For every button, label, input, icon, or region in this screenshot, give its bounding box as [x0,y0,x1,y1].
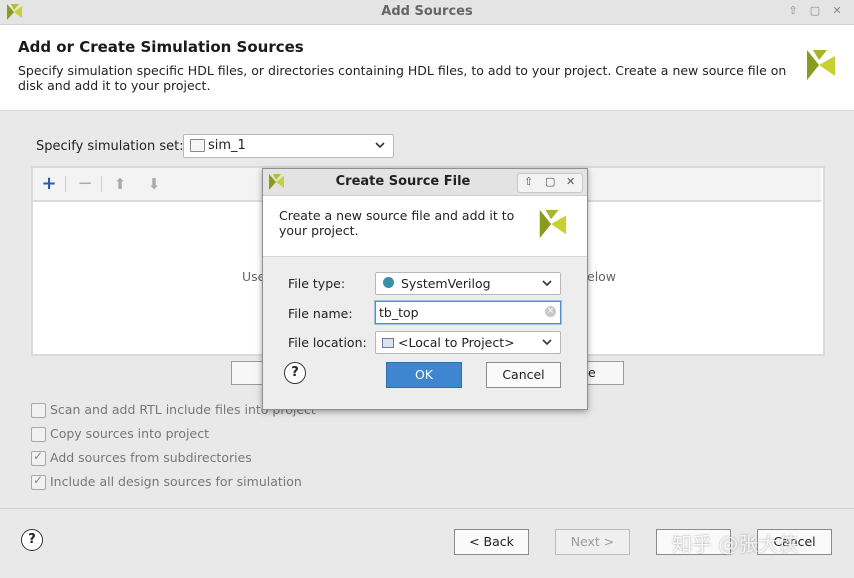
page-description: Specify simulation specific HDL files, o… [18,63,787,93]
file-type-value: SystemVerilog [401,276,491,291]
chevron-down-icon [375,142,385,149]
back-button-label: < Back [469,534,514,549]
toolbar-separator [65,176,66,192]
checkbox[interactable] [31,449,46,466]
add-icon[interactable]: + [39,174,59,194]
checkbox[interactable] [31,427,46,442]
file-name-input[interactable]: tb_top × [375,301,561,324]
checkbox[interactable] [31,473,46,490]
help-button[interactable]: ? [21,529,43,551]
dialog-cancel-button[interactable]: Cancel [486,362,561,388]
close-icon[interactable]: ✕ [830,4,844,18]
remove-icon[interactable]: − [75,174,95,194]
location-icon [382,338,394,348]
dialog-description: Create a new source file and add it to y… [279,208,515,238]
file-location-label: File location: [288,335,367,350]
footer-divider [0,508,854,509]
file-type-dropdown[interactable]: SystemVerilog [375,272,561,295]
create-source-file-dialog: Create Source File ⇧ ▢ ✕ Create a new so… [262,168,588,410]
dialog-header: Create a new source file and add it to y… [263,196,587,257]
create-file-button-label: e [588,365,596,380]
clear-input-icon[interactable]: × [545,306,556,317]
sources-hint-right: elow [587,269,617,284]
file-name-value: tb_top [379,305,419,320]
chevron-down-icon [542,339,552,346]
vivado-logo-icon [807,50,835,80]
watermark: 知乎 @张大侠 [672,532,799,556]
file-location-value: <Local to Project> [398,335,515,350]
dialog-cancel-button-label: Cancel [502,367,545,382]
option-label: Add sources from subdirectories [50,450,252,465]
dialog-title-bar: Create Source File ⇧ ▢ ✕ [263,169,587,196]
simulation-set-label: Specify simulation set: [36,139,184,154]
move-up-icon[interactable]: ⬆ [110,174,130,194]
restore-icon[interactable]: ▢ [545,175,555,188]
chevron-down-icon [542,280,552,287]
close-icon[interactable]: ✕ [566,175,575,188]
file-name-label: File name: [288,306,353,321]
simulation-set-dropdown[interactable]: sim_1 [183,134,394,158]
maximize-up-icon[interactable]: ⇧ [786,4,800,18]
dialog-title: Create Source File [335,174,471,189]
ok-button[interactable]: OK [386,362,462,388]
checkbox[interactable] [31,403,46,418]
move-down-icon[interactable]: ⬇ [144,174,164,194]
option-label: Include all design sources for simulatio… [50,474,302,489]
systemverilog-icon [383,277,394,288]
window-title-bar: Add Sources ⇧ ▢ ✕ [0,0,854,25]
back-button[interactable]: < Back [454,529,529,555]
wizard-header: Add or Create Simulation Sources Specify… [0,25,854,111]
vivado-logo-icon [539,209,567,239]
next-button-label: Next > [570,534,615,549]
ok-button-label: OK [414,367,434,382]
restore-icon[interactable]: ▢ [808,4,822,18]
toolbar-separator [101,176,102,192]
next-button[interactable]: Next > [555,529,630,555]
file-type-label: File type: [288,276,346,291]
maximize-up-icon[interactable]: ⇧ [524,175,533,188]
window-title: Add Sources [381,4,473,19]
option-label: Copy sources into project [50,426,209,441]
page-title: Add or Create Simulation Sources [18,38,304,56]
file-location-dropdown[interactable]: <Local to Project> [375,331,561,354]
simulation-set-value: sim_1 [208,138,246,153]
folder-icon [190,139,205,152]
dialog-help-button[interactable]: ? [284,362,306,384]
dialog-window-controls: ⇧ ▢ ✕ [517,173,583,193]
